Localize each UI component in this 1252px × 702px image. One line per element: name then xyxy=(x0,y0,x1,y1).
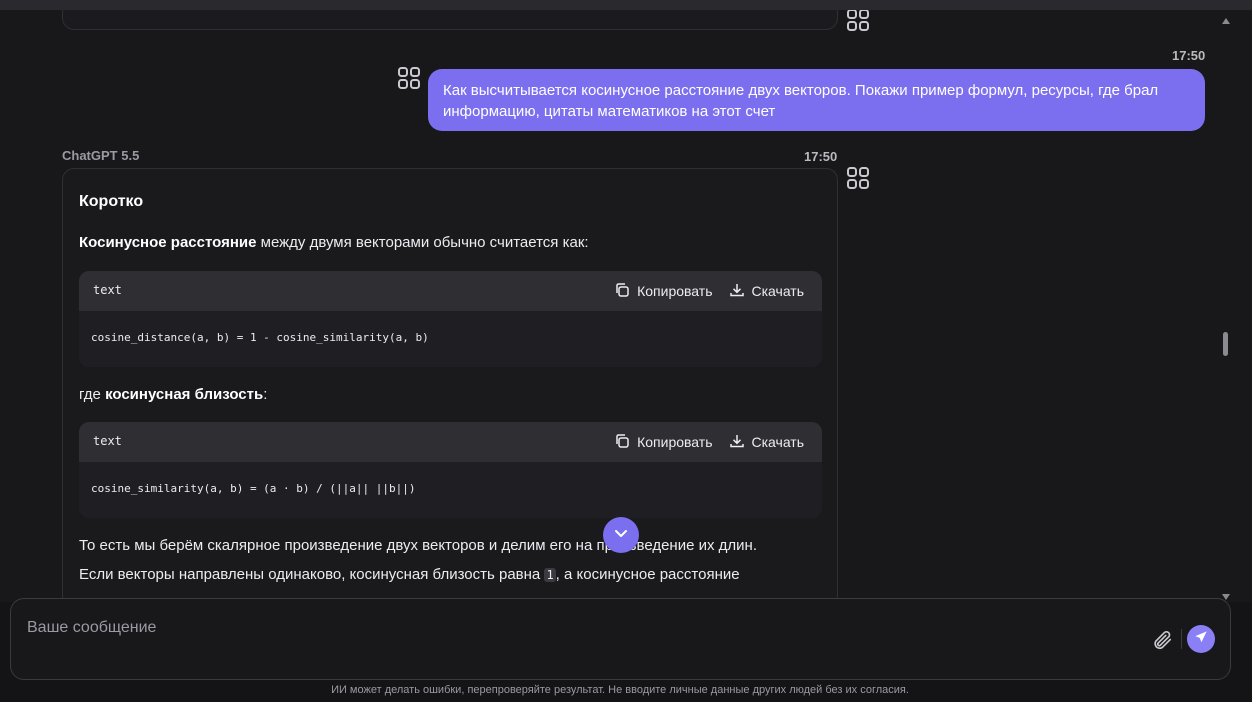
download-icon xyxy=(729,282,745,301)
paragraph-4-post: , а косинусное расстояние xyxy=(555,566,740,583)
scroll-to-bottom-button[interactable] xyxy=(603,517,639,553)
paragraph-2-pre: где xyxy=(79,386,106,403)
assistant-message-card: Коротко Косинусное расстояние между двум… xyxy=(62,168,838,602)
code-block-2-lang: text xyxy=(93,434,122,448)
message-actions-icon[interactable] xyxy=(846,10,870,32)
message-input[interactable] xyxy=(25,617,1125,657)
answer-heading: Коротко xyxy=(79,193,144,210)
window-top-bar xyxy=(0,0,1252,10)
copy-code-button[interactable]: Копировать xyxy=(614,282,713,301)
code-block-2: text Копировать Скачать cosine_similarit… xyxy=(79,422,822,518)
assistant-model-name: ChatGPT 5.5 xyxy=(62,148,140,163)
user-message-actions-icon[interactable] xyxy=(397,66,421,90)
copy-label: Копировать xyxy=(637,283,713,299)
previous-assistant-card xyxy=(62,10,838,30)
scrollbar-up-arrow[interactable] xyxy=(1221,12,1231,30)
user-message-time: 17:50 xyxy=(1172,48,1206,63)
paragraph-1: Косинусное расстояние между двумя вектор… xyxy=(79,234,589,251)
disclaimer-text: ИИ может делать ошибки, перепроверяйте р… xyxy=(331,684,909,696)
download-icon xyxy=(729,433,745,452)
code-block-2-header: text Копировать Скачать xyxy=(79,422,822,462)
download-code-button[interactable]: Скачать xyxy=(729,282,805,301)
code-block-1-lang: text xyxy=(93,283,122,297)
paragraph-2-bold: косинусная близость xyxy=(105,386,264,403)
assistant-message-time: 17:50 xyxy=(804,149,838,164)
paperclip-icon xyxy=(1151,630,1173,655)
chevron-down-icon xyxy=(612,524,630,547)
copy-icon xyxy=(614,433,630,452)
chat-scroll-area[interactable]: 17:50 Как высчитывается косинусное расст… xyxy=(0,10,1252,602)
paragraph-4-pre: Если векторы направлены одинаково, косин… xyxy=(79,566,545,583)
assistant-message-actions-icon[interactable] xyxy=(846,166,870,190)
code-block-1: text Копировать Скачать cosine_distance(… xyxy=(79,271,822,367)
paragraph-4: Если векторы направлены одинаково, косин… xyxy=(79,566,740,583)
message-composer xyxy=(10,598,1231,680)
download-label: Скачать xyxy=(751,283,805,299)
code-block-1-header: text Копировать Скачать xyxy=(79,271,822,311)
paragraph-2: где косинусная близость: xyxy=(79,386,267,403)
paragraph-1-bold: Косинусное расстояние xyxy=(79,234,257,251)
composer-divider xyxy=(1181,629,1182,649)
inline-code: 1 xyxy=(544,568,556,582)
download-code-button[interactable]: Скачать xyxy=(729,433,805,452)
copy-code-button[interactable]: Копировать xyxy=(614,433,713,452)
attach-file-button[interactable] xyxy=(1151,629,1173,656)
paragraph-2-post: : xyxy=(263,386,268,403)
send-button[interactable] xyxy=(1187,625,1215,653)
user-message-bubble: Как высчитывается косинусное расстояние … xyxy=(428,69,1205,131)
scrollbar-thumb[interactable] xyxy=(1223,332,1228,356)
send-arrow-icon xyxy=(1194,630,1208,649)
download-label: Скачать xyxy=(751,434,805,450)
copy-icon xyxy=(614,282,630,301)
code-block-2-content: cosine_similarity(a, b) = (a · b) / (||a… xyxy=(91,482,416,495)
code-block-1-content: cosine_distance(a, b) = 1 - cosine_simil… xyxy=(91,331,429,344)
paragraph-3: То есть мы берём скалярное произведение … xyxy=(79,537,757,554)
paragraph-1-rest: между двумя векторами обычно считается к… xyxy=(256,234,589,251)
copy-label: Копировать xyxy=(637,434,713,450)
